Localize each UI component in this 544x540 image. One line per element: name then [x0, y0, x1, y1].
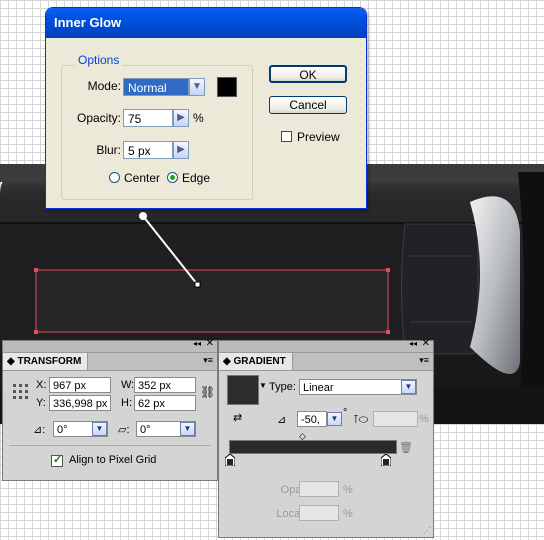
collapse-icon[interactable]: ◂◂ — [409, 339, 417, 348]
stop-location-input — [299, 505, 339, 521]
stop-opacity-unit: % — [343, 484, 353, 496]
angle-unit: ° — [343, 407, 348, 419]
angle-input[interactable]: -50, — [297, 411, 327, 427]
rotate-dropdown[interactable]: ▼ — [92, 422, 107, 436]
inner-glow-dialog: Inner Glow Options Mode: Normal ▼ Opacit… — [45, 7, 367, 209]
opacity-unit: % — [193, 111, 204, 125]
gradient-swatch[interactable] — [227, 375, 259, 405]
blur-slider-button[interactable]: ▶ — [173, 141, 189, 159]
y-label: Y: — [36, 397, 46, 409]
close-icon[interactable]: ✕ — [422, 338, 430, 349]
expand-arrows-icon: ◆ — [7, 356, 18, 367]
shear-icon: ▱: — [118, 424, 130, 436]
gradient-slider[interactable] — [229, 440, 397, 454]
panel-menu-icon[interactable]: ▾≡ — [419, 355, 429, 366]
aspect-ratio-icon: ⊺⬭ — [353, 414, 369, 426]
tab-transform[interactable]: ◆ TRANSFORM — [3, 353, 89, 370]
expand-arrows-icon: ◆ — [223, 356, 234, 367]
color-stop-left[interactable] — [224, 453, 236, 467]
center-label: Center — [124, 171, 161, 185]
radio-selected-dot — [170, 175, 175, 180]
delete-stop-icon[interactable]: 🗑 — [399, 441, 413, 454]
edge-label: Edge — [182, 171, 211, 185]
opacity-slider-button[interactable]: ▶ — [173, 109, 189, 127]
resize-grip-icon[interactable]: ⋰ — [423, 526, 431, 535]
aspect-ratio-input — [373, 411, 418, 427]
tab-gradient[interactable]: ◆ GRADIENT — [219, 353, 293, 370]
center-radio[interactable] — [109, 172, 120, 183]
panel-topbar[interactable]: ◂◂ ✕ — [3, 338, 217, 353]
h-label: H: — [121, 397, 132, 409]
mode-select[interactable]: Normal — [123, 78, 189, 96]
stop-opacity-input — [299, 481, 339, 497]
tab-transform-label: TRANSFORM — [17, 356, 82, 367]
align-pixel-grid-checkbox[interactable]: ✓ — [51, 454, 63, 467]
preview-checkbox[interactable] — [281, 131, 292, 142]
transform-panel: ◂◂ ✕ ◆ TRANSFORM ▾≡ X: 967 px W: 352 px … — [2, 338, 218, 481]
chevron-right-icon: ▶ — [177, 112, 185, 123]
color-stop-right[interactable] — [380, 453, 392, 467]
close-icon[interactable]: ✕ — [206, 338, 214, 349]
angle-icon: ⊿ — [277, 414, 287, 426]
stop-location-unit: % — [343, 508, 353, 520]
type-label: Type: — [269, 381, 296, 393]
options-group-label: Options — [75, 53, 123, 67]
opacity-input[interactable]: 75 — [123, 109, 173, 127]
swatch-dropdown-icon[interactable]: ▼ — [259, 381, 267, 390]
blur-label: Blur: — [96, 143, 121, 157]
panel-topbar[interactable]: ◂◂ ✕ — [219, 338, 433, 353]
panel-menu-icon[interactable]: ▾≡ — [203, 355, 213, 366]
x-input[interactable]: 967 px — [49, 377, 111, 393]
tab-gradient-label: GRADIENT — [233, 356, 286, 367]
reference-point-icon[interactable] — [12, 383, 30, 401]
glow-color-swatch[interactable] — [217, 77, 237, 97]
checkmark-icon: ✓ — [53, 454, 63, 466]
aspect-ratio-unit: % — [419, 413, 429, 425]
chevron-down-icon: ▼ — [192, 81, 202, 92]
shear-dropdown[interactable]: ▼ — [180, 422, 195, 436]
h-input[interactable]: 62 px — [134, 395, 196, 411]
x-label: X: — [36, 379, 47, 391]
edge-radio[interactable] — [167, 172, 178, 183]
chevron-right-icon: ▶ — [177, 144, 185, 155]
dialog-body: Options Mode: Normal ▼ Opacity: 75 ▶ % B… — [49, 38, 363, 205]
opacity-label: Opacity: — [76, 111, 121, 125]
y-input[interactable]: 336,998 px — [49, 395, 111, 411]
divider — [9, 445, 211, 446]
dialog-title[interactable]: Inner Glow — [46, 8, 366, 38]
reverse-gradient-icon[interactable]: ⇄ — [233, 411, 242, 424]
gradient-panel: ◂◂ ✕ ◆ GRADIENT ▾≡ ▼ Type: Linear ▼ ⇄ ⊿ … — [218, 338, 434, 538]
ok-button[interactable]: OK — [269, 65, 347, 83]
w-label: W: — [121, 379, 135, 391]
w-input[interactable]: 352 px — [134, 377, 196, 393]
mode-dropdown-button[interactable]: ▼ — [189, 78, 205, 96]
gradient-type-dropdown[interactable]: ▼ — [401, 380, 416, 394]
preview-label: Preview — [297, 130, 340, 144]
gradient-type-select[interactable]: Linear — [299, 379, 417, 395]
collapse-icon[interactable]: ◂◂ — [193, 339, 201, 348]
cancel-button[interactable]: Cancel — [269, 96, 347, 114]
mode-label: Mode: — [87, 79, 121, 93]
angle-dropdown[interactable]: ▼ — [327, 412, 342, 426]
constrain-link-icon[interactable]: ⛓ — [200, 385, 215, 399]
rotate-icon: ⊿: — [33, 424, 46, 436]
align-pixel-grid-label: Align to Pixel Grid — [69, 454, 157, 466]
blur-input[interactable]: 5 px — [123, 141, 173, 159]
